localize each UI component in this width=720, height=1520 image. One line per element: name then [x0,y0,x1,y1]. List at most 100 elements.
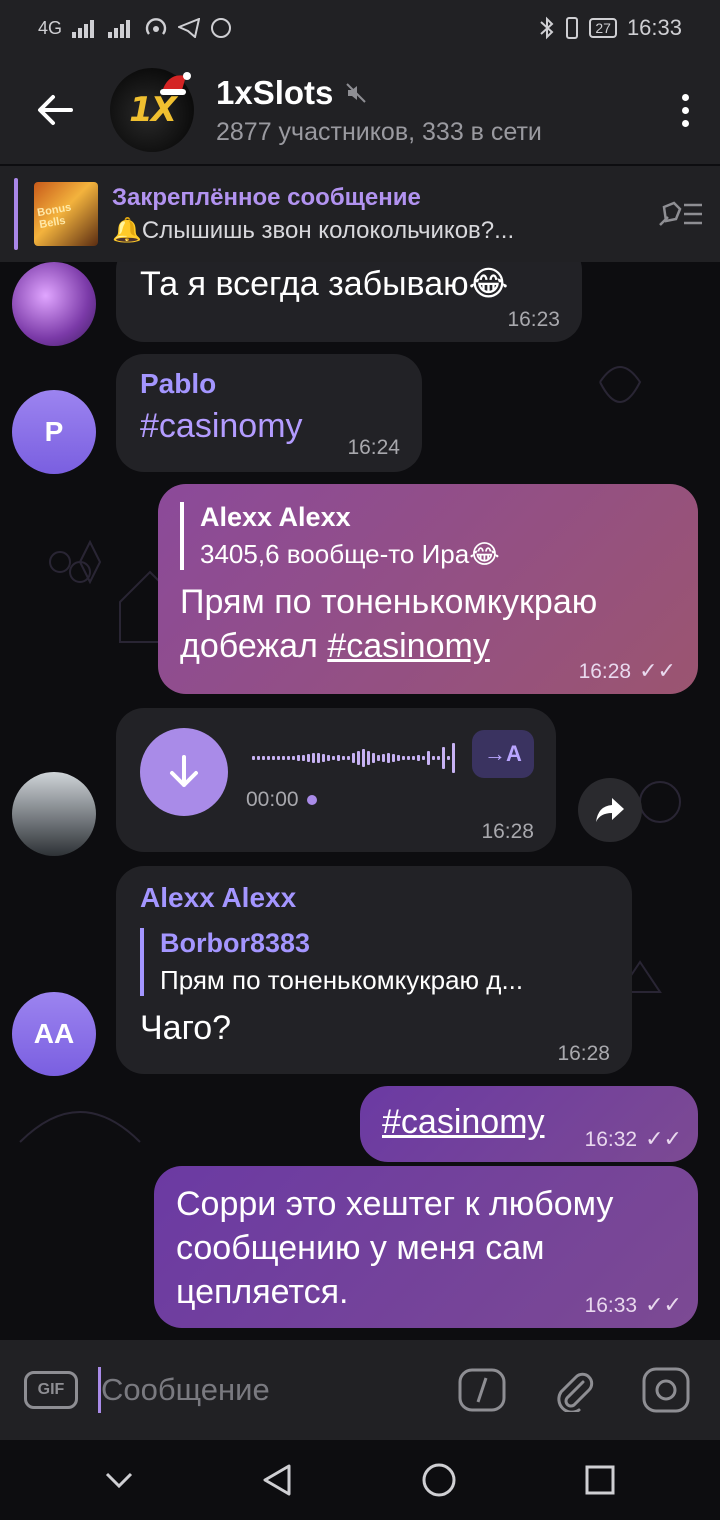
waveform-bar [297,755,300,761]
channel-subtitle: 2877 участников, 333 в сети [216,117,542,146]
paperclip-icon [557,1372,594,1412]
waveform-bar [437,756,440,760]
back-nav-icon[interactable] [261,1463,293,1497]
voice-message-bubble[interactable]: →A 00:00 16:28 [116,708,556,852]
reply-preview[interactable]: Alexx Alexx 3405,6 вообще-то Ира😂 [180,502,676,570]
time-text: 16:32 [584,1128,638,1151]
pinned-preview: 🔔Слышишь звон колокольчиков?... [112,216,515,244]
user-avatar[interactable] [12,772,96,856]
waveform-bar [412,756,415,760]
reply-text: Прям по тоненькомкукраю д... [160,965,524,995]
download-voice-button[interactable] [140,728,228,816]
battery-indicator: 27 [589,18,617,38]
arrow-down-icon [170,755,198,787]
pinned-thumbnail: Bonus Bells [34,182,98,246]
waveform-bar [357,751,360,765]
message-bubble-outgoing[interactable]: Alexx Alexx 3405,6 вообще-то Ира😂 Прям п… [158,484,698,694]
waveform-bar [287,756,290,760]
camera-icon [642,1367,690,1413]
chat-header: 1X 1xSlots 2877 участников, 333 в сети [0,56,720,164]
home-nav-icon[interactable] [421,1462,457,1498]
message-bubble[interactable]: Pablo #casinomy 16:24 [116,354,422,472]
waveform-bar [407,756,410,760]
channel-avatar[interactable]: 1X [110,68,194,152]
mute-icon [346,82,367,103]
message-time: 16:24 [347,436,400,459]
waveform-bar [452,743,455,773]
commands-button[interactable] [452,1360,512,1420]
message-bubble[interactable]: Alexx Alexx Borbor8383 Прям по тоненьком… [116,866,632,1074]
pinned-message-bar[interactable]: Bonus Bells Закреплённое сообщение 🔔Слыш… [0,166,720,262]
user-avatar[interactable]: P [12,390,96,474]
waveform-bar [432,756,435,760]
recents-nav-icon[interactable] [584,1464,616,1496]
more-menu-button[interactable] [650,93,720,127]
reply-author: Borbor8383 [160,928,311,958]
waveform-bar [267,756,270,760]
attach-button[interactable] [544,1360,604,1420]
waveform-bar [422,756,425,760]
unplayed-dot-icon [306,795,317,805]
system-navigation-bar [0,1440,720,1520]
back-button[interactable] [0,56,110,164]
message-input[interactable]: Сообщение [101,1372,420,1408]
hashtag-link[interactable]: #casinomy [327,627,490,665]
message-sender[interactable]: Pablo [140,368,398,400]
pinned-text: Закреплённое сообщение 🔔Слышишь звон кол… [112,184,640,245]
waveform-bar [447,756,450,760]
waveform-bar [397,755,400,761]
waveform-bar [282,756,285,760]
signal-icon: 4G [38,17,63,38]
message-bubble-outgoing[interactable]: Сорри это хештег к любому сообщению у ме… [154,1166,698,1328]
waveform-bar [307,754,310,762]
signal-bars-icon [72,20,95,38]
double-check-icon: ✓✓ [645,1126,682,1151]
signal-bars-2-icon [108,20,131,38]
channel-logo: 1X [129,90,177,130]
whatsapp-icon [211,18,232,38]
waveform-bar [352,753,355,763]
gif-button[interactable]: GIF [24,1371,78,1409]
reply-author: Alexx Alexx [200,502,351,532]
reply-preview[interactable]: Borbor8383 Прям по тоненькомкукраю д... [140,928,608,996]
dot-icon [681,106,689,114]
waveform-bar [362,749,365,767]
pinned-list-icon [659,201,702,226]
reply-text: 3405,6 вообще-то Ира😂 [200,539,500,569]
message-input-bar: GIF Сообщение [0,1340,720,1440]
user-avatar[interactable] [12,262,96,346]
arrow-left-icon [38,95,73,125]
forward-button[interactable] [578,778,642,842]
waveform-bar [292,756,295,760]
waveform-bar [442,747,445,769]
waveform-bar [347,756,350,760]
dot-icon [681,119,689,127]
user-avatar[interactable]: AA [12,992,96,1076]
pinned-list-button[interactable] [640,199,720,229]
voice-waveform[interactable] [252,738,455,778]
waveform-bar [322,754,325,762]
message-bubble-outgoing[interactable]: #casinomy 16:32 ✓✓ [360,1086,698,1162]
camera-button[interactable] [636,1360,696,1420]
waveform-bar [312,753,315,763]
hide-keyboard-icon[interactable] [104,1471,134,1489]
waveform-bar [417,755,420,761]
dot-icon [681,93,689,101]
hotspot-icon [145,18,167,35]
pinned-indicator [14,178,18,250]
channel-name: 1xSlots [216,73,334,111]
hashtag-link[interactable]: #casinomy [382,1103,545,1141]
time-text: 16:33 [584,1294,638,1317]
message-bubble[interactable]: Та я всегда забываю😂 16:23 [116,262,582,342]
waveform-bar [327,755,330,761]
slash-command-icon [458,1368,506,1412]
message-time: 16:33 ✓✓ [585,1292,682,1318]
message-list[interactable]: Та я всегда забываю😂 16:23 P Pablo #casi… [0,262,720,1340]
avatar-initials: P [44,416,64,447]
voice-duration: 00:00 [246,788,317,812]
channel-info[interactable]: 1xSlots 2877 участников, 333 в сети [216,74,650,147]
transcribe-button[interactable]: →A [472,730,534,778]
waveform-bar [427,751,430,765]
message-sender[interactable]: Alexx Alexx [140,882,608,914]
pinned-title: Закреплённое сообщение [112,183,421,211]
